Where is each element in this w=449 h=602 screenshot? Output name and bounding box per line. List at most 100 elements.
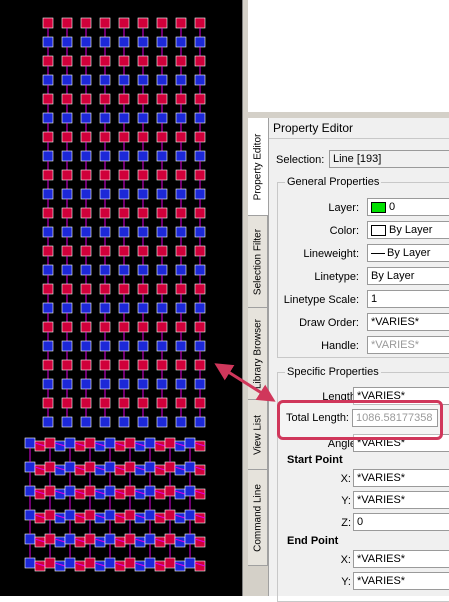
pad bbox=[175, 131, 187, 143]
pad bbox=[24, 557, 36, 569]
pad bbox=[42, 359, 54, 371]
tab-command-line[interactable]: Command Line bbox=[248, 470, 268, 566]
pad bbox=[42, 340, 54, 352]
pad bbox=[137, 302, 149, 314]
property-editor-panel: Property Editor Selection: Line [193] Ge… bbox=[268, 118, 449, 602]
start-z-label: Z: bbox=[341, 517, 351, 529]
pad bbox=[42, 264, 54, 276]
tab-view-list[interactable]: View List bbox=[248, 400, 268, 470]
end-y-label: Y: bbox=[341, 576, 351, 588]
color-dropdown[interactable]: By Layer bbox=[367, 221, 449, 239]
pad bbox=[124, 485, 136, 497]
pad bbox=[175, 36, 187, 48]
tab-library-browser[interactable]: Library Browser bbox=[248, 308, 268, 400]
pad bbox=[80, 245, 92, 257]
pad bbox=[80, 36, 92, 48]
pad bbox=[42, 74, 54, 86]
selection-dropdown[interactable]: Line [193] bbox=[329, 150, 449, 168]
pad bbox=[144, 533, 156, 545]
pad bbox=[118, 283, 130, 295]
end-y-input[interactable]: *VARIES* bbox=[353, 572, 449, 590]
pad bbox=[124, 557, 136, 569]
pad bbox=[61, 283, 73, 295]
pad bbox=[84, 557, 96, 569]
pad bbox=[175, 245, 187, 257]
pad bbox=[156, 112, 168, 124]
start-x-label: X: bbox=[340, 473, 351, 485]
pad bbox=[64, 533, 76, 545]
pad bbox=[175, 397, 187, 409]
pad bbox=[24, 485, 36, 497]
layer-dropdown[interactable]: 0 bbox=[367, 198, 449, 216]
end-x-input[interactable]: *VARIES* bbox=[353, 550, 449, 568]
pad bbox=[175, 359, 187, 371]
lineweight-dropdown[interactable]: By Layer bbox=[367, 244, 449, 262]
pad bbox=[156, 131, 168, 143]
drawing-canvas[interactable] bbox=[0, 0, 242, 596]
tab-property-editor[interactable]: Property Editor bbox=[248, 118, 268, 216]
pad bbox=[61, 340, 73, 352]
pad bbox=[175, 207, 187, 219]
pad bbox=[61, 416, 73, 428]
pad bbox=[194, 207, 206, 219]
layer-label: Layer: bbox=[328, 202, 359, 214]
pad bbox=[194, 74, 206, 86]
pad bbox=[118, 93, 130, 105]
top-panel-blank bbox=[248, 0, 449, 113]
pad bbox=[137, 397, 149, 409]
pad bbox=[80, 359, 92, 371]
pad bbox=[137, 378, 149, 390]
start-x-input[interactable]: *VARIES* bbox=[353, 469, 449, 487]
linetype-scale-input[interactable]: 1 bbox=[367, 290, 449, 308]
pad bbox=[194, 112, 206, 124]
pad bbox=[118, 226, 130, 238]
pad bbox=[61, 55, 73, 67]
pad bbox=[118, 188, 130, 200]
specific-properties-label: Specific Properties bbox=[285, 366, 381, 378]
general-properties-label: General Properties bbox=[285, 176, 382, 188]
linetype-dropdown[interactable]: By Layer bbox=[367, 267, 449, 285]
pad bbox=[175, 150, 187, 162]
end-x-label: X: bbox=[340, 554, 351, 566]
pad bbox=[194, 397, 206, 409]
pad bbox=[118, 36, 130, 48]
cad-drawing[interactable] bbox=[0, 0, 242, 596]
pad bbox=[61, 359, 73, 371]
draw-order-input[interactable]: *VARIES* bbox=[367, 313, 449, 331]
pad bbox=[175, 302, 187, 314]
handle-field: *VARIES* bbox=[367, 336, 449, 354]
start-z-input[interactable]: 0 bbox=[353, 513, 449, 531]
pad bbox=[194, 188, 206, 200]
pad bbox=[64, 461, 76, 473]
pad bbox=[42, 169, 54, 181]
pad bbox=[80, 207, 92, 219]
pad bbox=[99, 131, 111, 143]
pad bbox=[144, 509, 156, 521]
pad bbox=[42, 416, 54, 428]
pad bbox=[84, 437, 96, 449]
total-length-highlight: Total Length: 1086.58177358 bbox=[277, 400, 443, 440]
pad bbox=[99, 36, 111, 48]
pad bbox=[99, 169, 111, 181]
pad bbox=[61, 245, 73, 257]
pad bbox=[137, 359, 149, 371]
pad bbox=[61, 36, 73, 48]
start-y-label: Y: bbox=[341, 495, 351, 507]
pad bbox=[137, 188, 149, 200]
pad bbox=[118, 302, 130, 314]
pad bbox=[137, 207, 149, 219]
pad bbox=[118, 55, 130, 67]
pad bbox=[99, 112, 111, 124]
pad bbox=[194, 93, 206, 105]
pad bbox=[42, 321, 54, 333]
start-y-input[interactable]: *VARIES* bbox=[353, 491, 449, 509]
total-length-label: Total Length: bbox=[286, 412, 349, 424]
tab-selection-filter[interactable]: Selection Filter bbox=[248, 216, 268, 308]
pad bbox=[84, 533, 96, 545]
pad bbox=[156, 416, 168, 428]
pad bbox=[194, 131, 206, 143]
pad bbox=[80, 340, 92, 352]
linetype-label: Linetype: bbox=[314, 271, 359, 283]
pad bbox=[118, 131, 130, 143]
pad bbox=[61, 264, 73, 276]
